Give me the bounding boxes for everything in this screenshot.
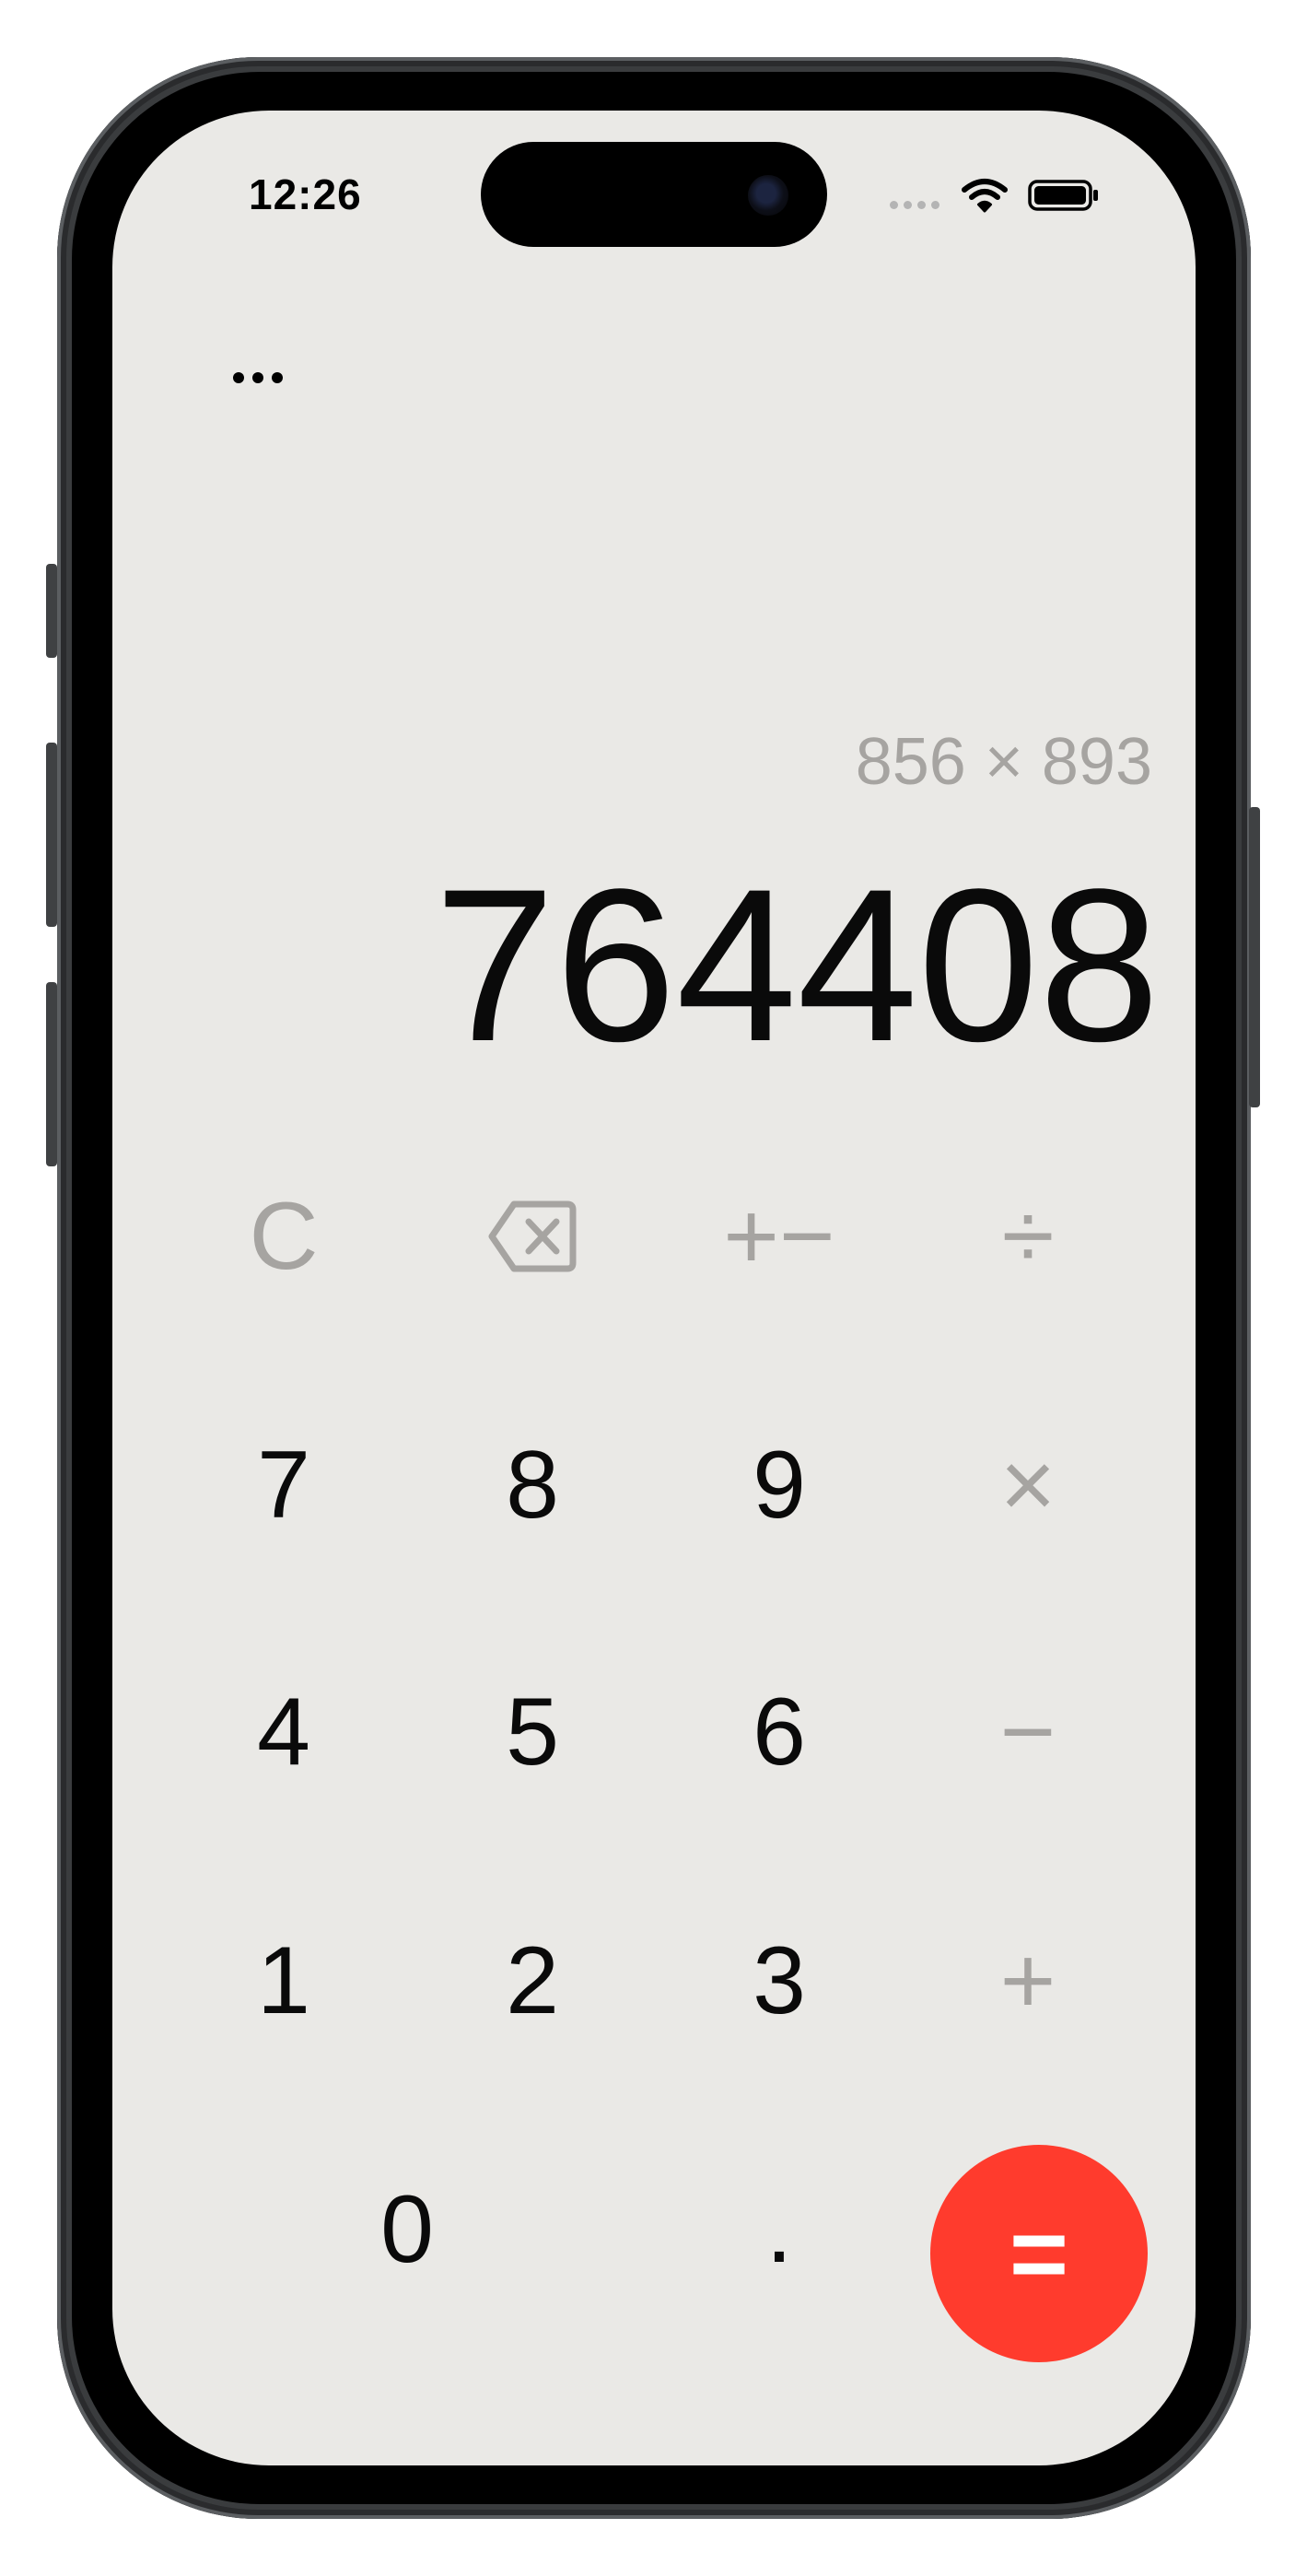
digit-3-button[interactable]: 3 <box>672 1874 886 2088</box>
ellipsis-icon <box>233 372 244 383</box>
digit-1-button[interactable]: 1 <box>177 1874 391 2088</box>
status-time: 12:26 <box>249 170 362 218</box>
multiply-button[interactable]: × <box>921 1378 1135 1592</box>
digit-6-button[interactable]: 6 <box>672 1625 886 1839</box>
divide-button[interactable]: ÷ <box>921 1130 1135 1343</box>
more-options-button[interactable] <box>221 350 295 405</box>
add-button[interactable]: + <box>921 1874 1135 2088</box>
digit-4-button[interactable]: 4 <box>177 1625 391 1839</box>
power-button <box>1249 807 1260 1107</box>
digit-9-button[interactable]: 9 <box>672 1378 886 1592</box>
decimal-button[interactable]: . <box>672 2123 886 2336</box>
digit-2-button[interactable]: 2 <box>426 1874 639 2088</box>
clear-button[interactable]: C <box>177 1130 391 1343</box>
front-camera <box>748 175 788 216</box>
digit-8-button[interactable]: 8 <box>426 1378 639 1592</box>
equals-button[interactable]: = <box>930 2145 1148 2362</box>
subtract-button[interactable]: − <box>921 1625 1135 1839</box>
volume-down-button <box>46 982 57 1166</box>
result-display: 764408 <box>434 844 1160 1087</box>
digit-0-button[interactable]: 0 <box>300 2123 514 2336</box>
expression-display: 856 × 893 <box>855 725 1152 799</box>
digit-7-button[interactable]: 7 <box>177 1378 391 1592</box>
volume-up-button <box>46 743 57 927</box>
sign-toggle-button[interactable]: +− <box>672 1130 886 1343</box>
digit-5-button[interactable]: 5 <box>426 1625 639 1839</box>
home-indicator[interactable] <box>468 2467 860 2480</box>
battery-icon <box>1028 180 1098 211</box>
action-button <box>46 564 57 658</box>
backspace-icon <box>488 1200 577 1272</box>
backspace-button[interactable] <box>426 1130 639 1343</box>
wifi-icon <box>962 179 1008 213</box>
cellular-signal-icon <box>890 201 939 209</box>
